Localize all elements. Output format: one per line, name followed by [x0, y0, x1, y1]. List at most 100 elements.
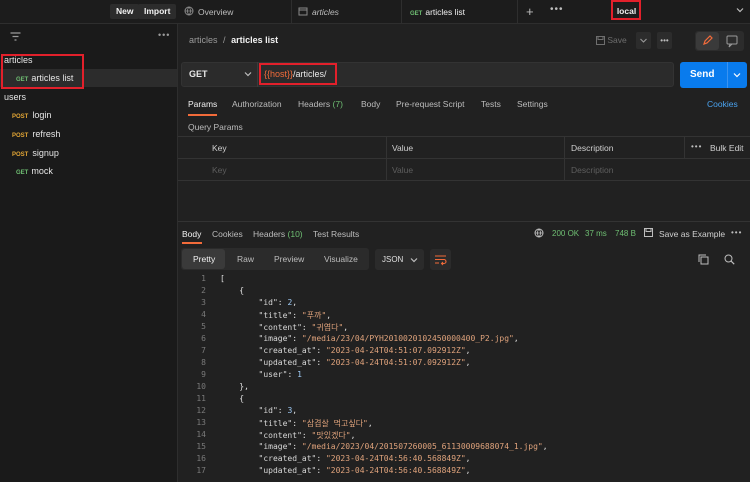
highlight-box	[611, 0, 641, 20]
tab-headers[interactable]: Headers (7)	[298, 99, 343, 109]
filter-icon[interactable]	[10, 32, 21, 43]
line-number: 17	[196, 466, 206, 475]
line-number: 1	[201, 274, 206, 283]
breadcrumb-separator: /	[223, 35, 226, 45]
status-code[interactable]: 200 OK	[552, 229, 579, 238]
view-visualize[interactable]: Visualize	[324, 254, 358, 264]
line-number: 14	[196, 430, 206, 439]
tab-label: articles list	[425, 7, 466, 17]
line-number: 4	[201, 310, 206, 319]
params-more-icon[interactable]: •••	[691, 142, 702, 151]
send-button[interactable]: Send	[680, 62, 747, 88]
more-tabs-icon[interactable]: •••	[550, 4, 564, 15]
view-pretty[interactable]: Pretty	[193, 254, 215, 264]
method-badge: POST	[12, 133, 29, 139]
chevron-down-icon[interactable]	[244, 70, 252, 80]
bulk-edit-button[interactable]: Bulk Edit	[710, 143, 744, 153]
sidebar: ••• articles GET articles list users POST…	[0, 24, 178, 482]
active-tab-indicator	[188, 114, 217, 116]
active-tab-indicator	[182, 242, 202, 244]
line-number: 5	[201, 322, 206, 331]
save-icon	[644, 228, 653, 239]
tab-params[interactable]: Params	[188, 99, 217, 109]
top-bar: New Import Overview articles GET articles…	[0, 0, 750, 24]
collection-icon	[298, 1, 308, 25]
code-line: "id": 2,	[258, 298, 298, 307]
code-line: "title": "삼겹살 먹고싶다",	[258, 419, 373, 428]
line-number: 6	[201, 334, 206, 343]
save-button[interactable]: Save	[592, 32, 642, 49]
row-divider	[178, 180, 750, 181]
line-number: 16	[196, 454, 206, 463]
format-select[interactable]: JSON	[375, 249, 424, 270]
resp-tab-test-results[interactable]: Test Results	[313, 229, 359, 239]
sidebar-more-icon[interactable]: •••	[158, 30, 170, 40]
value-input[interactable]: Value	[392, 165, 413, 175]
chevron-down-icon	[733, 73, 741, 78]
more-actions-icon[interactable]: •••	[657, 32, 672, 49]
chevron-down-icon	[640, 38, 647, 43]
url-divider	[257, 62, 258, 87]
col-divider	[684, 137, 685, 159]
query-params-title: Query Params	[188, 122, 243, 132]
response-time[interactable]: 37 ms	[585, 229, 607, 238]
new-button[interactable]: New	[110, 4, 140, 19]
code-line: "image": "/media/2023/04/201507260005_61…	[258, 442, 548, 451]
tab-pre-request-script[interactable]: Pre-request Script	[396, 99, 465, 109]
sidebar-item-refresh[interactable]: POST refresh	[0, 125, 177, 143]
tab-body[interactable]: Body	[361, 99, 380, 109]
sidebar-item-mock[interactable]: GET mock	[0, 162, 177, 180]
folder-label: users	[4, 92, 27, 102]
cookies-link[interactable]: Cookies	[707, 99, 738, 109]
key-input[interactable]: Key	[212, 165, 227, 175]
request-label: signup	[32, 148, 59, 158]
save-as-example-button[interactable]: Save as Example	[659, 229, 725, 239]
edit-icon[interactable]	[696, 32, 719, 50]
method-badge: POST	[12, 114, 29, 120]
sidebar-item-login[interactable]: POST login	[0, 106, 177, 124]
import-button[interactable]: Import	[138, 4, 177, 19]
code-line: "updated_at": "2023-04-24T04:56:40.56884…	[258, 466, 471, 475]
add-tab-icon[interactable]: +	[526, 4, 534, 19]
wrap-lines-icon[interactable]	[430, 249, 451, 270]
code-line: [	[220, 274, 225, 283]
format-label: JSON	[382, 255, 404, 264]
tab-authorization[interactable]: Authorization	[232, 99, 282, 109]
method-select[interactable]: GET	[189, 69, 208, 79]
tab-settings[interactable]: Settings	[517, 99, 548, 109]
send-divider	[727, 62, 728, 88]
view-raw[interactable]: Raw	[237, 254, 254, 264]
resp-tab-body[interactable]: Body	[182, 229, 201, 239]
line-number: 13	[196, 418, 206, 427]
sidebar-folder-users[interactable]: users	[0, 88, 177, 106]
highlight-box	[259, 63, 337, 85]
row-divider	[178, 158, 750, 159]
response-code-viewer[interactable]: 1 [2 {3 "id": 2, 4 "title": "푸까", 5 "conten…	[178, 274, 750, 482]
copy-icon[interactable]	[698, 254, 709, 267]
view-preview[interactable]: Preview	[274, 254, 304, 264]
comments-icon[interactable]	[722, 32, 742, 50]
save-dropdown[interactable]	[636, 32, 651, 49]
resp-tab-cookies[interactable]: Cookies	[212, 229, 243, 239]
search-icon[interactable]	[724, 254, 735, 267]
tab-tests[interactable]: Tests	[481, 99, 501, 109]
method-badge: POST	[12, 152, 29, 158]
breadcrumb-parent[interactable]: articles	[189, 35, 218, 45]
method-badge: GET	[16, 170, 29, 176]
headers-count: (10)	[287, 229, 303, 239]
tab-articles-list[interactable]: GET articles list	[402, 0, 518, 24]
code-line: "title": "푸까",	[258, 311, 332, 320]
line-number: 9	[201, 370, 206, 379]
chevron-down-icon[interactable]	[736, 6, 744, 16]
tab-overview[interactable]: Overview	[178, 0, 292, 24]
sidebar-item-signup[interactable]: POST signup	[0, 144, 177, 162]
code-line: "updated_at": "2023-04-24T04:51:07.09291…	[258, 358, 471, 367]
response-size[interactable]: 748 B	[615, 229, 636, 238]
description-input[interactable]: Description	[571, 165, 614, 175]
col-divider	[564, 137, 565, 181]
code-line: "image": "/media/23/04/PYH20100201024500…	[258, 334, 519, 343]
tab-articles[interactable]: articles	[292, 0, 402, 24]
response-more-icon[interactable]: •••	[731, 228, 742, 237]
code-line: {	[220, 394, 245, 403]
resp-tab-headers[interactable]: Headers (10)	[253, 229, 303, 239]
